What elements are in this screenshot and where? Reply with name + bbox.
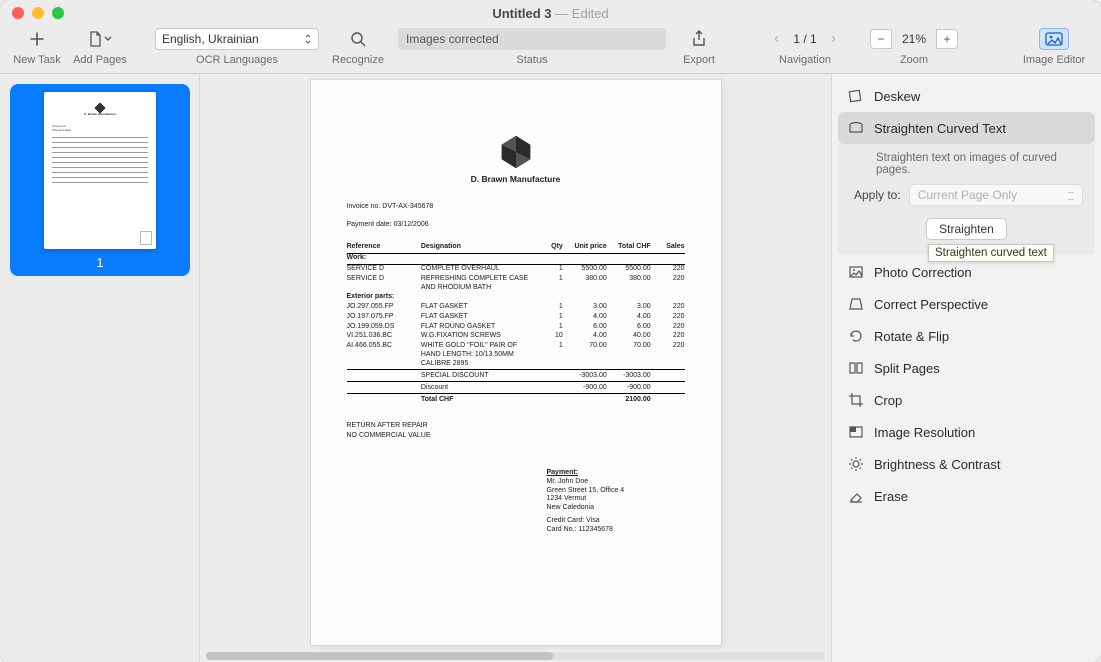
sidebar-item-straighten[interactable]: Straighten Curved Text (838, 112, 1095, 144)
straighten-panel: Straighten text on images of curved page… (838, 144, 1095, 254)
sidebar-item-deskew[interactable]: Deskew (838, 80, 1095, 112)
window-title: Untitled 3 — Edited (0, 6, 1101, 21)
status-field: Images corrected (398, 28, 666, 50)
thumbnail-number: 1 (96, 255, 103, 270)
brightness-icon (848, 456, 864, 472)
table-row: AI.466.055.BCWHITE GOLD "FOIL" PAIR OF H… (347, 342, 685, 370)
table-row: SERVICE DREFRESHING COMPLETE CASE AND RH… (347, 274, 685, 293)
image-editor-label: Image Editor (1023, 54, 1085, 66)
image-editor-sidebar: Deskew Straighten Curved Text Straighten… (831, 74, 1101, 662)
sidebar-item-resolution[interactable]: Image Resolution (838, 416, 1095, 448)
chevron-down-icon (104, 35, 112, 43)
sidebar-item-rotate[interactable]: Rotate & Flip (838, 320, 1095, 352)
no-commercial-value: NO COMMERCIAL VALUE (347, 432, 685, 441)
toolbar: New Task Add Pages English, Ukrainian OC… (0, 26, 1101, 74)
nav-page-indicator: 1 / 1 (793, 32, 816, 46)
nav-next[interactable]: › (827, 30, 840, 48)
invoice-number: Invoice no. DVT-AX-345678 (347, 203, 685, 212)
sidebar-item-label: Correct Perspective (874, 297, 988, 312)
add-pages-button[interactable] (81, 26, 119, 52)
table-row: VI.251.036.BCW.G.FIXATION SCREWS104.0040… (347, 332, 685, 342)
document-page[interactable]: D. Brawn Manufacture Invoice no. DVT-AX-… (311, 80, 721, 645)
table-row: JO.297.055.FPFLAT GASKET13.003.00220 (347, 303, 685, 313)
payment-date: Payment date: 03/12/2006 (347, 221, 685, 230)
payment-block: Payment: Mr. John Doe Green Street 15, O… (347, 469, 685, 534)
apply-to-select[interactable]: Current Page Only (909, 184, 1083, 206)
sidebar-item-erase[interactable]: Erase (838, 480, 1095, 512)
return-note: RETURN AFTER REPAIR (347, 422, 685, 431)
status-label: Status (516, 54, 547, 66)
add-pages-label: Add Pages (73, 54, 127, 66)
sidebar-item-label: Crop (874, 393, 902, 408)
horizontal-scrollbar[interactable] (200, 650, 831, 662)
apply-to-label: Apply to: (854, 188, 901, 202)
zoom-label: Zoom (900, 54, 928, 66)
sidebar-item-label: Rotate & Flip (874, 329, 949, 344)
new-task-button[interactable] (18, 26, 56, 52)
perspective-icon (848, 296, 864, 312)
thumbnail-page-1[interactable]: D. Brawn Manufacture Invoice no. Payment… (10, 84, 190, 276)
sidebar-item-label: Split Pages (874, 361, 940, 376)
chevron-updown-icon (304, 34, 312, 44)
export-button[interactable] (680, 26, 718, 52)
deskew-icon (848, 88, 864, 104)
straighten-button[interactable]: Straighten (926, 218, 1007, 240)
table-row: SERVICE DCOMPLETE OVERHAUL15500.005500.0… (347, 264, 685, 274)
resolution-icon (848, 424, 864, 440)
erase-icon (848, 488, 864, 504)
sidebar-item-crop[interactable]: Crop (838, 384, 1095, 416)
sidebar-item-split[interactable]: Split Pages (838, 352, 1095, 384)
straighten-icon (848, 120, 864, 136)
ocr-languages-label: OCR Languages (196, 54, 278, 66)
export-label: Export (683, 54, 715, 66)
table-row: JO.199.059.DSFLAT ROUND GASKET16.006.002… (347, 322, 685, 332)
new-task-label: New Task (13, 54, 60, 66)
sidebar-item-label: Erase (874, 489, 908, 504)
company-logo-icon (498, 134, 534, 170)
straighten-description: Straighten text on images of curved page… (850, 152, 1083, 184)
sidebar-item-label: Deskew (874, 89, 920, 104)
titlebar: Untitled 3 — Edited (0, 0, 1101, 26)
photo-icon (848, 264, 864, 280)
zoom-value: 21% (892, 32, 936, 46)
sidebar-item-label: Brightness & Contrast (874, 457, 1000, 472)
ocr-languages-dropdown[interactable]: English, Ukrainian (155, 28, 319, 50)
zoom-out-button[interactable]: − (870, 29, 892, 49)
sidebar-item-brightness[interactable]: Brightness & Contrast (838, 448, 1095, 480)
rotate-icon (848, 328, 864, 344)
sidebar-item-label: Straighten Curved Text (874, 121, 1006, 136)
table-row: JO.197.075.FPFLAT GASKET14.004.00220 (347, 312, 685, 322)
sidebar-item-label: Image Resolution (874, 425, 975, 440)
split-icon (848, 360, 864, 376)
crop-icon (848, 392, 864, 408)
navigation-label: Navigation (779, 54, 831, 66)
recognize-button[interactable] (339, 26, 377, 52)
company-name: D. Brawn Manufacture (347, 174, 685, 185)
image-editor-button[interactable] (1039, 28, 1069, 50)
nav-prev[interactable]: ‹ (770, 30, 783, 48)
page-fold-icon (140, 231, 152, 245)
thumbnail-panel: D. Brawn Manufacture Invoice no. Payment… (0, 74, 200, 662)
canvas-area: D. Brawn Manufacture Invoice no. DVT-AX-… (200, 74, 831, 662)
zoom-in-button[interactable]: + (936, 29, 958, 49)
sidebar-item-perspective[interactable]: Correct Perspective (838, 288, 1095, 320)
sidebar-item-label: Photo Correction (874, 265, 972, 280)
recognize-label: Recognize (332, 54, 384, 66)
tooltip: Straighten curved text (928, 244, 1054, 262)
thumbnail-preview: D. Brawn Manufacture Invoice no. Payment… (44, 92, 156, 249)
invoice-table: Reference Designation Qty Unit price Tot… (347, 242, 685, 406)
